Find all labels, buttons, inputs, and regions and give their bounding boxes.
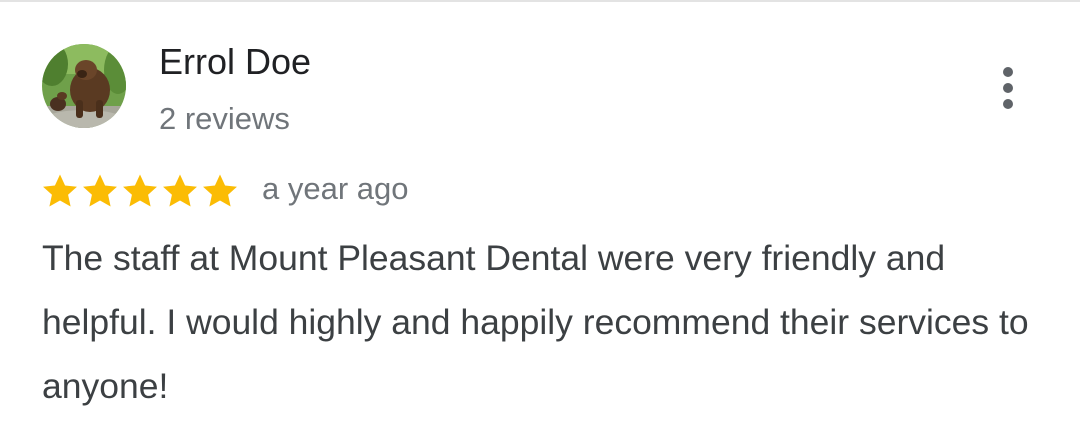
review-text: The staff at Mount Pleasant Dental were …	[42, 238, 1029, 406]
star-icon	[83, 174, 117, 207]
more-vert-icon	[1003, 67, 1013, 109]
star-icon	[163, 174, 197, 207]
star-icon	[123, 174, 157, 207]
top-divider	[0, 0, 1080, 2]
star-icon	[43, 174, 77, 207]
reviewer-name[interactable]: Errol Doe	[159, 40, 311, 84]
more-options-button[interactable]	[986, 62, 1030, 114]
review-time: a year ago	[262, 171, 409, 206]
star-rating	[40, 172, 240, 210]
star-icon	[203, 174, 237, 207]
reviewer-avatar[interactable]	[42, 44, 126, 128]
bear-photo-avatar-icon	[42, 44, 126, 128]
review-count: 2 reviews	[159, 101, 290, 136]
